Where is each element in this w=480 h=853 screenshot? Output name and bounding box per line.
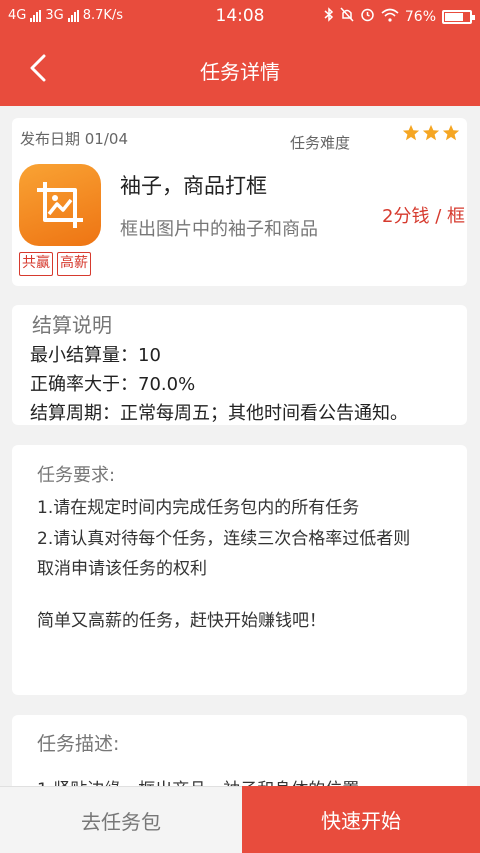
bluetooth-icon (324, 7, 334, 26)
app-bar: 任务详情 (0, 32, 480, 106)
description-card: 任务描述: 1.紧贴边缘，框出商品、袖子和身体的位置 (12, 715, 467, 795)
task-tags: 共赢 高薪 (19, 252, 91, 276)
battery-icon (442, 9, 475, 24)
status-bar: 4G 3G 8.7K/s 14:08 76% (0, 0, 480, 32)
settlement-line: 结算周期：正常每周五；其他时间看公告通知。 (30, 403, 408, 424)
requirement-line: 2.请认真对待每个任务，连续三次合格率过低者则 (37, 529, 411, 549)
go-task-package-button[interactable]: 去任务包 (0, 786, 242, 853)
requirements-title: 任务要求: (37, 465, 116, 486)
settlement-title: 结算说明 (32, 313, 112, 337)
wifi-icon (381, 8, 399, 26)
task-info-card: 发布日期 01/04 任务难度 共赢 高薪 袖子，商品打框 框出图片中的袖子和商… (12, 118, 467, 286)
battery-percent: 76% (404, 8, 436, 25)
crop-image-icon (37, 182, 83, 228)
star-icon (402, 124, 420, 141)
difficulty-label: 任务难度 (290, 134, 351, 152)
requirement-line: 简单又高薪的任务，赶快开始赚钱吧！ (37, 611, 326, 631)
settlement-line: 最小结算量：10 (30, 345, 161, 366)
requirement-line: 1.请在规定时间内完成任务包内的所有任务 (37, 498, 360, 518)
requirements-card: 任务要求: 1.请在规定时间内完成任务包内的所有任务 2.请认真对待每个任务，连… (12, 445, 467, 695)
settlement-card: 结算说明 最小结算量：10 正确率大于：70.0% 结算周期：正常每周五；其他时… (12, 305, 467, 425)
star-icon (422, 124, 440, 141)
tag-badge: 共赢 (19, 252, 53, 276)
difficulty-stars (402, 124, 460, 142)
task-price: 2分钱 / 框 (382, 206, 465, 227)
alarm-icon (360, 7, 375, 26)
task-app-icon (19, 164, 101, 246)
publish-date: 发布日期 01/04 (20, 130, 128, 148)
settlement-line: 正确率大于：70.0% (30, 374, 196, 395)
status-right: 76% (324, 7, 475, 26)
task-title: 袖子，商品打框 (120, 174, 267, 198)
requirement-line: 取消申请该任务的权利 (37, 559, 207, 579)
description-title: 任务描述: (37, 733, 120, 755)
quick-start-button[interactable]: 快速开始 (242, 786, 480, 853)
star-icon (442, 124, 460, 141)
page-title: 任务详情 (200, 60, 280, 84)
task-subtitle: 框出图片中的袖子和商品 (120, 219, 318, 240)
mute-bell-icon (340, 7, 354, 26)
tag-badge: 高薪 (57, 252, 91, 276)
bottom-action-bar: 去任务包 快速开始 (0, 786, 480, 853)
